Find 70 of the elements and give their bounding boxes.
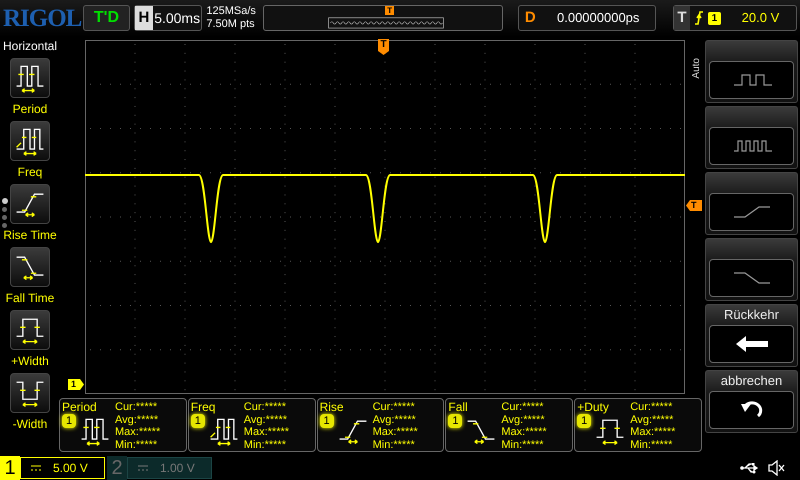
measurement-value: Cur:*****: [630, 401, 674, 414]
softkey-label: +Width: [11, 353, 49, 369]
menu-title: Auto: [691, 58, 703, 79]
softkey-label: Period: [12, 101, 48, 117]
channel-badge: 1: [448, 414, 462, 428]
trigger-position-marker: T: [385, 6, 394, 15]
measurement-name: Freq: [190, 400, 216, 414]
channel-badge: 1: [320, 414, 334, 428]
measurement-name: Rise: [320, 400, 345, 414]
measurement-value: Avg:*****: [630, 414, 674, 426]
delay-value: 0.00000000ps: [556, 9, 640, 28]
menu-softkey[interactable]: [705, 238, 798, 301]
measurement-value: Min:*****: [372, 438, 416, 451]
usb-icon: [740, 462, 760, 474]
measurement-value: Avg:*****: [501, 414, 546, 426]
menu-softkey[interactable]: [705, 106, 798, 169]
measurement-value: Min:*****: [630, 438, 674, 451]
speaker-muted-icon: [768, 460, 786, 476]
softkey-label: Rückkehr: [724, 307, 779, 323]
measurement-value: Max:*****: [244, 426, 290, 438]
channel-badge: 1: [62, 414, 76, 428]
menu-title: Horizontal: [2, 38, 58, 54]
timebase-value: 5.00ms: [153, 8, 202, 28]
measurement-value: Cur:*****: [372, 401, 416, 414]
timebase-label: H: [134, 6, 153, 30]
menu-softkey[interactable]: Rückkehr: [705, 304, 798, 367]
measurement-value: Max:*****: [630, 426, 676, 438]
delay-label: D: [524, 8, 537, 28]
brand-logo: RIGOL: [3, 6, 79, 30]
measurement-value: Max:*****: [115, 426, 162, 438]
measurement-value: Avg:*****: [244, 414, 288, 426]
measurement-name: Fall: [448, 400, 469, 414]
channel-scale: 1.00 V: [160, 460, 195, 477]
dc-coupling-icon: [31, 465, 41, 471]
channel-scale: 5.00 V: [53, 460, 88, 477]
measurement-value: Max:*****: [372, 426, 419, 438]
measurement-value: Avg:*****: [372, 414, 417, 426]
dc-coupling-icon: [138, 465, 148, 471]
trigger-level-marker: T: [686, 200, 702, 211]
trigger-label: T: [674, 6, 690, 30]
sample-rate: 125MSa/s: [206, 5, 257, 18]
trigger-position-marker: T: [378, 39, 389, 55]
channel-number: 1: [0, 456, 20, 480]
measurement-value: Cur:*****: [244, 401, 287, 414]
run-status: T'D: [83, 5, 130, 31]
memory-depth: 7.50M pts: [206, 18, 256, 31]
measurement-value: Cur:*****: [501, 401, 545, 414]
trigger-level: 20.0 V: [740, 9, 780, 28]
channel-number: 2: [107, 456, 127, 480]
measurement-value: Max:*****: [501, 426, 548, 438]
measurement-value: Min:*****: [501, 438, 545, 451]
measurement-value: Min:*****: [244, 438, 287, 451]
measurement-value: Min:*****: [115, 438, 158, 451]
menu-softkey[interactable]: [705, 172, 798, 235]
softkey-label: abbrechen: [720, 373, 782, 389]
measurement-value: Cur:*****: [115, 401, 158, 414]
softkey-label: Fall Time: [6, 290, 54, 306]
softkey-label: Rise Time: [3, 227, 57, 243]
channel-ground-marker: 1: [68, 379, 84, 390]
channel-badge: 1: [190, 414, 205, 428]
menu-softkey[interactable]: [705, 40, 798, 103]
softkey-label: Freq: [18, 164, 42, 180]
measurement-value: Avg:*****: [115, 414, 160, 426]
menu-softkey[interactable]: abbrechen: [705, 370, 798, 433]
softkey-label: -Width: [12, 416, 48, 432]
rising-edge-icon: [694, 11, 704, 25]
channel-badge: 1: [577, 414, 592, 428]
trigger-source-badge: 1: [708, 12, 721, 24]
measurement-name: Period: [62, 400, 98, 414]
measurement-name: +Duty: [577, 400, 610, 414]
